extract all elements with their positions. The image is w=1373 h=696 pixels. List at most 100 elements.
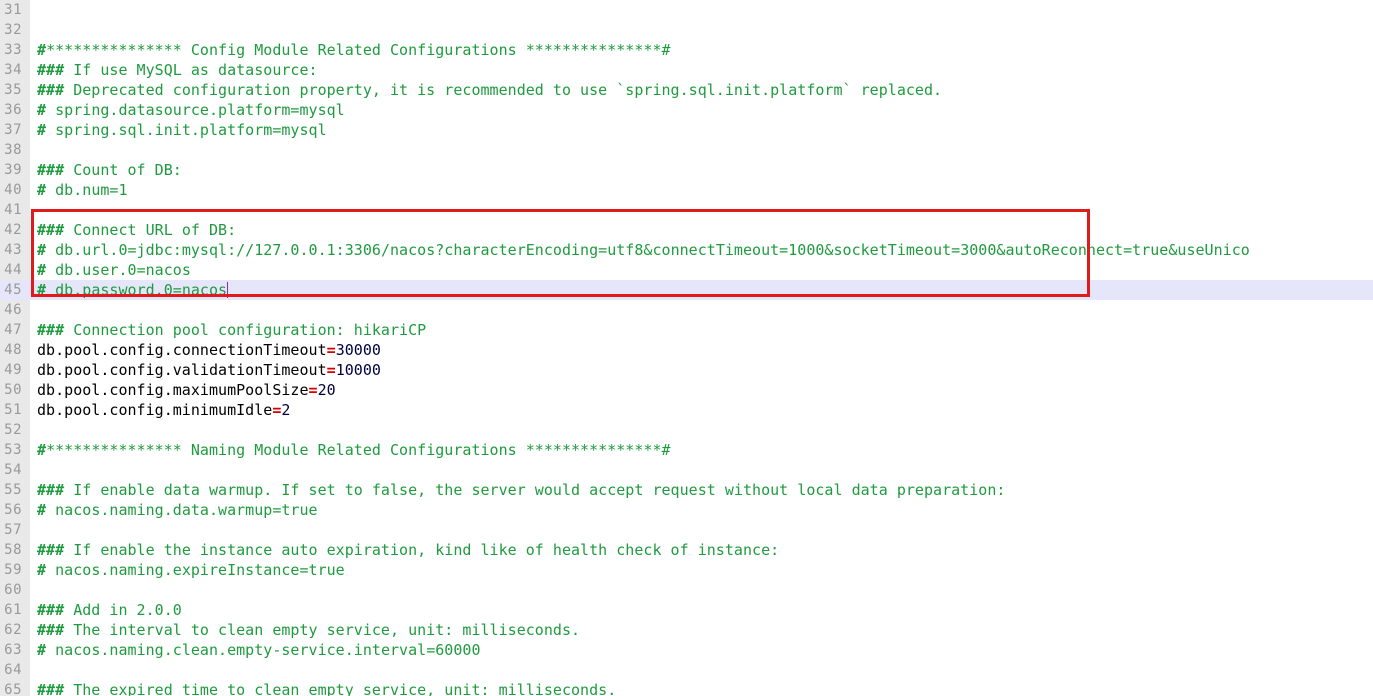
code-line[interactable]: 58 ### If enable the instance auto expira… [0,540,1373,560]
comment-marker: # [37,501,47,519]
code-line[interactable]: 54 [0,460,1373,480]
comment-marker: # [37,241,47,259]
line-number: 39 [4,162,22,178]
line-number: 53 [4,442,22,458]
line-number: 56 [4,502,22,518]
comment-marker: ### [37,81,65,99]
code-line[interactable]: 53 #*************** Naming Module Related… [0,440,1373,460]
line-number: 52 [4,422,22,438]
property-equals: = [308,381,318,399]
comment-body: Connection pool configuration: hikariCP [64,321,427,339]
line-text: # nacos.naming.clean.empty-service.inter… [37,640,481,660]
comment-body: db.url.0=jdbc:mysql://127.0.0.1:3306/nac… [46,241,1250,259]
code-line[interactable]: 51 db.pool.config.minimumIdle=2 [0,400,1373,420]
code-line[interactable]: 38 [0,140,1373,160]
line-number: 47 [4,322,22,338]
code-line[interactable]: 32 [0,20,1373,40]
line-text: ### If enable the instance auto expirati… [37,540,779,560]
code-line[interactable]: 65 ### The expired time to clean empty se… [0,680,1373,696]
code-line[interactable]: 50 db.pool.config.maximumPoolSize=20 [0,380,1373,400]
line-number: 51 [4,402,22,418]
line-text: # db.user.0=nacos [37,260,191,280]
property-value: 2 [281,401,291,419]
comment-marker: ### [37,321,65,339]
line-number: 45 [4,282,22,298]
comment-marker: # [37,261,47,279]
line-text: ### If use MySQL as datasource: [37,60,318,80]
code-editor[interactable]: 31 32 33 #*************** Config Module Rel… [0,0,1373,696]
property-value: 30000 [335,341,381,359]
code-line[interactable]: 41 [0,200,1373,220]
line-number: 36 [4,102,22,118]
property-key: db.pool.config.minimumIdle [37,401,273,419]
line-text: # spring.sql.init.platform=mysql [37,120,327,140]
code-line[interactable]: 44 # db.user.0=nacos [0,260,1373,280]
code-line[interactable]: 31 [0,0,1373,20]
property-value: 20 [317,381,336,399]
code-line[interactable]: 37 # spring.sql.init.platform=mysql [0,120,1373,140]
line-number: 44 [4,262,22,278]
comment-marker: # [37,121,47,139]
code-line[interactable]: 55 ### If enable data warmup. If set to f… [0,480,1373,500]
code-line[interactable]: 42 ### Connect URL of DB: [0,220,1373,240]
comment-marker: # [37,561,47,579]
comment-body: db.password.0=nacos [46,281,228,299]
comment-marker: ### [37,601,65,619]
code-line[interactable]: 48 db.pool.config.connectionTimeout=30000 [0,340,1373,360]
comment-marker: ### [37,541,65,559]
code-line[interactable]: 33 #*************** Config Module Related… [0,40,1373,60]
code-line[interactable]: 57 [0,520,1373,540]
code-line[interactable]: 63 # nacos.naming.clean.empty-service.int… [0,640,1373,660]
line-text: db.pool.config.maximumPoolSize=20 [37,380,336,400]
line-text: ### Add in 2.0.0 [37,600,182,620]
line-text: #*************** Naming Module Related C… [37,440,671,460]
line-text: ### If enable data warmup. If set to fal… [37,480,1005,500]
line-number: 42 [4,222,22,238]
code-line[interactable]: 60 [0,580,1373,600]
code-line[interactable]: 43 # db.url.0=jdbc:mysql://127.0.0.1:3306… [0,240,1373,260]
code-line[interactable]: 47 ### Connection pool configuration: hik… [0,320,1373,340]
code-line[interactable]: 35 ### Deprecated configuration property,… [0,80,1373,100]
comment-body: Connect URL of DB: [64,221,237,239]
code-line[interactable]: 61 ### Add in 2.0.0 [0,600,1373,620]
code-line[interactable]: 59 # nacos.naming.expireInstance=true [0,560,1373,580]
code-line[interactable]: 39 ### Count of DB: [0,160,1373,180]
line-number: 65 [4,682,22,696]
code-line[interactable]: 49 db.pool.config.validationTimeout=10000 [0,360,1373,380]
line-number: 60 [4,582,22,598]
line-number: 37 [4,122,22,138]
code-line[interactable]: 34 ### If use MySQL as datasource: [0,60,1373,80]
comment-marker: ### [37,681,65,696]
code-line[interactable]: 64 [0,660,1373,680]
code-line[interactable]: 46 [0,300,1373,320]
code-line[interactable]: 36 # spring.datasource.platform=mysql [0,100,1373,120]
comment-marker: # [37,101,47,119]
code-line[interactable]: 52 [0,420,1373,440]
line-text: ### The expired time to clean empty serv… [37,680,616,696]
code-line[interactable]: 45 # db.password.0=nacos [0,280,1373,300]
comment-body: The expired time to clean empty service,… [64,681,617,696]
code-content-area[interactable]: 31 32 33 #*************** Config Module Rel… [0,0,1373,696]
comment-body: db.num=1 [46,181,128,199]
comment-marker: # [37,41,47,59]
property-key: db.pool.config.maximumPoolSize [37,381,309,399]
property-equals: = [326,341,336,359]
code-line[interactable]: 40 # db.num=1 [0,180,1373,200]
comment-body: *************** Config Module Related Co… [46,41,671,59]
line-number: 54 [4,462,22,478]
comment-body: The interval to clean empty service, uni… [64,621,581,639]
line-text: # db.num=1 [37,180,128,200]
comment-marker: ### [37,481,65,499]
line-number: 34 [4,62,22,78]
line-number: 41 [4,202,22,218]
line-number: 43 [4,242,22,258]
comment-body: If enable the instance auto expiration, … [64,541,780,559]
comment-body: Add in 2.0.0 [64,601,182,619]
line-number: 62 [4,622,22,638]
code-line[interactable]: 56 # nacos.naming.data.warmup=true [0,500,1373,520]
line-text: db.pool.config.connectionTimeout=30000 [37,340,381,360]
comment-body: nacos.naming.data.warmup=true [46,501,318,519]
line-text: # spring.datasource.platform=mysql [37,100,345,120]
line-number: 64 [4,662,22,678]
code-line[interactable]: 62 ### The interval to clean empty servic… [0,620,1373,640]
